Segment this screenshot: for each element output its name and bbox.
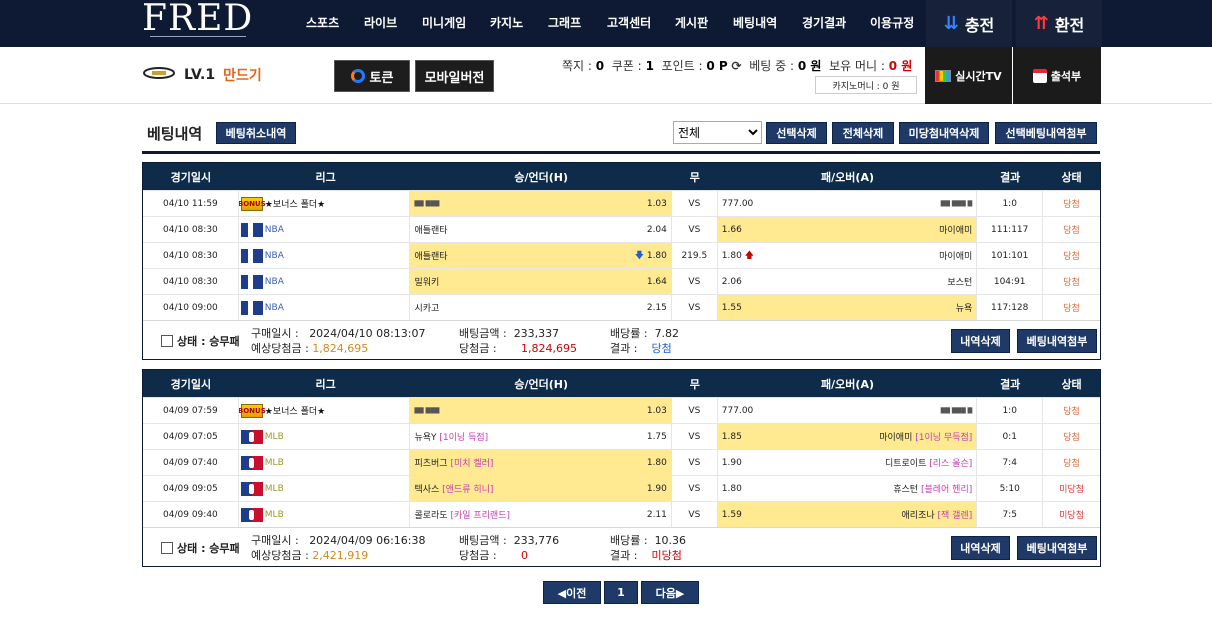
bonus-tag-icon: ▇▇ ▇▇▇ ▇ bbox=[940, 200, 973, 207]
attach-slip-button[interactable]: 베팅내역첨부 bbox=[1017, 536, 1097, 560]
attendance-button[interactable]: 출석부 bbox=[1013, 47, 1101, 104]
nba-logo-icon bbox=[240, 222, 263, 237]
level-badge-icon bbox=[142, 66, 176, 84]
slip-checkbox[interactable]: 상태 : 승무패 bbox=[161, 333, 240, 349]
user-stats: 쪽지 : 0 쿠폰 : 1 포인트 : 0 P ⟳ 베팅 중 : 0 원 보유 … bbox=[562, 59, 913, 73]
slip-footer: 상태 : 승무패 구매일시 : 2024/04/09 06:16:38 예상당첨… bbox=[143, 527, 1100, 566]
casino-money: 카지노머니 : 0 원 bbox=[815, 76, 917, 94]
tv-icon bbox=[935, 69, 952, 82]
nav-graph[interactable]: 그래프 bbox=[548, 14, 581, 31]
col-draw: 무 bbox=[689, 170, 700, 184]
nav-rules[interactable]: 이용규정 bbox=[870, 14, 914, 31]
delete-slip-button[interactable]: 내역삭제 bbox=[951, 329, 1010, 353]
table-header: 경기일시 리그 승/언더(H) 무 패/오버(A) 결과 상태 bbox=[143, 370, 1100, 397]
prev-page-button[interactable]: ◀이전 bbox=[543, 581, 601, 604]
cancel-history-button[interactable]: 베팅취소내역 bbox=[216, 122, 296, 144]
bonus-logo-icon: BONUS bbox=[239, 403, 266, 418]
refresh-icon[interactable]: ⟳ bbox=[732, 59, 742, 73]
mlb-logo-icon bbox=[240, 507, 263, 522]
table-row: 04/10 09:00 NBA 시카고 2.15 VS 1.55 뉴욕 117:12… bbox=[143, 294, 1100, 320]
nav-results[interactable]: 경기결과 bbox=[802, 14, 846, 31]
table-row: 04/09 09:05 MLB 텍사스 [앤드류 히니] 1.90 VS 1.80… bbox=[143, 475, 1100, 501]
table-row: 04/09 07:05 MLB 뉴욕Y [1이닝 득점] 1.75 VS 1.85… bbox=[143, 423, 1100, 449]
point-value: 0 P bbox=[706, 59, 728, 73]
delete-unwon-button[interactable]: 미당첨내역삭제 bbox=[899, 122, 989, 144]
mobile-version-button[interactable]: 모바일버전 bbox=[415, 60, 494, 92]
deposit-button[interactable]: ⇊ 충전 bbox=[926, 0, 1012, 47]
slip-footer: 상태 : 승무패 구매일시 : 2024/04/10 08:13:07 예상당첨… bbox=[143, 320, 1100, 359]
withdraw-button[interactable]: ⇈ 환전 bbox=[1016, 0, 1102, 47]
nav-support[interactable]: 고객센터 bbox=[607, 14, 651, 31]
table-row: 04/10 08:30 NBA 애틀랜타 2.04 VS 1.66 마이애미 111… bbox=[143, 216, 1100, 242]
withdraw-label: 환전 bbox=[1054, 15, 1085, 35]
nba-logo-icon bbox=[240, 248, 263, 263]
deposit-label: 충전 bbox=[964, 15, 995, 35]
page-1-button[interactable]: 1 bbox=[604, 581, 638, 604]
mlb-logo-icon bbox=[240, 481, 263, 496]
col-away: 패/오버(A) bbox=[821, 170, 874, 184]
attach-selected-button[interactable]: 선택베팅내역첨부 bbox=[995, 122, 1097, 144]
history-header: 베팅내역 베팅취소내역 전체 선택삭제 전체삭제 미당첨내역삭제 선택베팅내역첨… bbox=[142, 120, 1100, 154]
mlb-logo-icon bbox=[240, 429, 263, 444]
nav-casino[interactable]: 카지노 bbox=[490, 14, 523, 31]
download-arrow-icon: ⇊ bbox=[943, 13, 959, 34]
col-result: 결과 bbox=[1000, 170, 1021, 184]
next-page-button[interactable]: 다음▶ bbox=[641, 581, 699, 604]
nav-sports[interactable]: 스포츠 bbox=[306, 14, 339, 31]
table-row: 04/09 07:59 BONUS ★보너스 폴더★ ▇▇ ▇▇▇ 1.03 VS … bbox=[143, 397, 1100, 423]
delete-selected-button[interactable]: 선택삭제 bbox=[766, 122, 827, 144]
col-league: 리그 bbox=[315, 170, 336, 184]
checkbox-icon[interactable] bbox=[161, 335, 173, 347]
slip-checkbox[interactable]: 상태 : 승무패 bbox=[161, 540, 240, 556]
calendar-icon bbox=[1032, 68, 1047, 83]
nba-logo-icon bbox=[240, 300, 263, 315]
nav-minigame[interactable]: 미니게임 bbox=[422, 14, 466, 31]
nav-bet-history[interactable]: 베팅내역 bbox=[733, 14, 777, 31]
col-date: 경기일시 bbox=[170, 170, 212, 184]
col-home: 승/언더(H) bbox=[514, 170, 568, 184]
checkbox-icon[interactable] bbox=[161, 542, 173, 554]
live-tv-label: 실시간TV bbox=[955, 69, 1002, 83]
upload-arrow-icon: ⇈ bbox=[1033, 13, 1049, 34]
delete-slip-button[interactable]: 내역삭제 bbox=[951, 536, 1010, 560]
table-row: 04/10 08:30 NBA 애틀랜타 🡇 1.80 219.5 1.80 🡅 마… bbox=[143, 242, 1100, 268]
betting-amount: 0 원 bbox=[797, 59, 822, 73]
token-label: 토큰 bbox=[369, 70, 394, 86]
nba-logo-icon bbox=[240, 274, 263, 289]
bonus-tag-icon: ▇▇ ▇▇▇ bbox=[414, 407, 440, 414]
table-row: 04/09 07:40 MLB 피츠버그 [미치 켈러] 1.80 VS 1.90… bbox=[143, 449, 1100, 475]
site-logo[interactable]: FRED bbox=[142, 0, 253, 39]
level-text: LV.1 bbox=[184, 67, 216, 83]
bonus-tag-icon: ▇▇ ▇▇▇ bbox=[414, 200, 440, 207]
table-header: 경기일시 리그 승/언더(H) 무 패/오버(A) 결과 상태 bbox=[143, 163, 1100, 190]
table-row: 04/09 09:40 MLB 콜로라도 [카일 프리랜드] 2.11 VS 1.… bbox=[143, 501, 1100, 527]
bonus-tag-icon: ▇▇ ▇▇▇ ▇ bbox=[940, 407, 973, 414]
bet-slip-1: 경기일시 리그 승/언더(H) 무 패/오버(A) 결과 상태 04/10 11… bbox=[142, 162, 1101, 360]
message-count[interactable]: 0 bbox=[596, 59, 604, 73]
delete-all-button[interactable]: 전체삭제 bbox=[832, 122, 894, 144]
nav-board[interactable]: 게시판 bbox=[675, 14, 708, 31]
token-button[interactable]: 토큰 bbox=[334, 60, 410, 92]
page-title: 베팅내역 bbox=[147, 125, 203, 143]
user-name: 만드기 bbox=[223, 68, 262, 84]
coupon-count[interactable]: 1 bbox=[646, 59, 654, 73]
bet-slip-2: 경기일시 리그 승/언더(H) 무 패/오버(A) 결과 상태 04/09 07… bbox=[142, 369, 1101, 567]
bonus-logo-icon: BONUS bbox=[239, 196, 266, 211]
logo-underline bbox=[150, 36, 246, 37]
nav-live[interactable]: 라이브 bbox=[364, 14, 397, 31]
live-tv-button[interactable]: 실시간TV bbox=[925, 47, 1012, 104]
table-row: 04/10 11:59 BONUS ★보너스 폴더★ ▇▇ ▇▇▇ 1.03 VS … bbox=[143, 190, 1100, 216]
token-icon bbox=[350, 69, 365, 83]
down-arrow-icon: 🡇 bbox=[634, 250, 644, 261]
mlb-logo-icon bbox=[240, 455, 263, 470]
filter-select[interactable]: 전체 bbox=[673, 121, 762, 144]
user-level: LV.1 만드기 bbox=[142, 65, 262, 85]
col-status: 상태 bbox=[1061, 170, 1082, 184]
attendance-label: 출석부 bbox=[1050, 69, 1082, 83]
up-arrow-icon: 🡅 bbox=[744, 250, 754, 261]
table-row: 04/10 08:30 NBA 밀워키 1.64 VS 2.06 보스턴 104:9… bbox=[143, 268, 1100, 294]
attach-slip-button[interactable]: 베팅내역첨부 bbox=[1017, 329, 1097, 353]
hold-money: 0 원 bbox=[888, 59, 913, 73]
top-nav: FRED 스포츠 라이브 미니게임 카지노 그래프 고객센터 게시판 베팅내역 … bbox=[0, 0, 1212, 47]
